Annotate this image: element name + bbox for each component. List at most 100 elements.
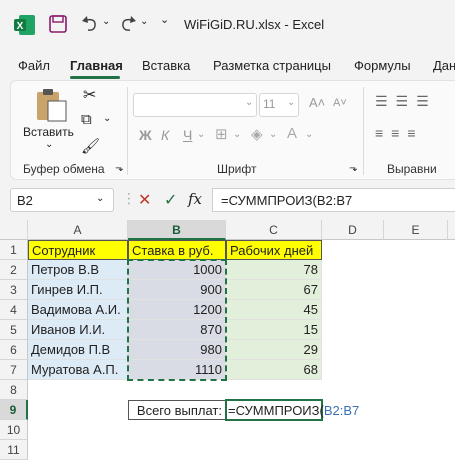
cell-rate[interactable]: 1110 <box>128 360 226 380</box>
cell-rate[interactable]: 870 <box>128 320 226 340</box>
increase-font-icon[interactable]: A˄ <box>309 95 325 110</box>
clipboard-launcher-icon[interactable]: ⬎ <box>115 163 123 174</box>
column-header-d[interactable]: D <box>322 220 384 240</box>
tab-home[interactable]: Главная <box>70 58 123 73</box>
tab-data[interactable]: Дан <box>433 58 455 73</box>
tab-insert[interactable]: Вставка <box>142 58 190 73</box>
tab-page-layout[interactable]: Разметка страницы <box>213 58 331 73</box>
paste-button-label[interactable]: Вставить <box>23 125 74 139</box>
more-options-icon: ⋮ <box>122 190 137 206</box>
decrease-font-icon[interactable]: A˅ <box>333 97 347 109</box>
copy-dropdown-icon[interactable]: ⌄ <box>103 113 111 124</box>
total-formula-prefix: =СУММПРОИЗ( <box>228 403 324 418</box>
font-color-dropdown-icon[interactable]: ⌄ <box>305 129 313 140</box>
save-icon[interactable] <box>48 14 68 34</box>
undo-dropdown-icon[interactable]: ⌄ <box>102 16 110 27</box>
column-header-f[interactable] <box>448 220 455 240</box>
cell-employee[interactable]: Гинрев И.П. <box>28 280 128 300</box>
title-bar: X ⌄ ⌄ ⌄ WiFiGiD.RU.xlsx - Excel <box>0 0 455 50</box>
column-header-c[interactable]: C <box>226 220 322 240</box>
copy-icon[interactable]: ⧉ <box>81 111 92 128</box>
row-header-6[interactable]: 6 <box>0 340 28 360</box>
column-header-a[interactable]: A <box>28 220 128 240</box>
window-title: WiFiGiD.RU.xlsx - Excel <box>184 17 325 32</box>
fill-color-dropdown-icon[interactable]: ⌄ <box>269 129 277 140</box>
cancel-icon[interactable]: ✕ <box>138 190 151 210</box>
spreadsheet-grid: A B C D E 1 2 3 4 5 6 7 8 9 10 11 Сотруд… <box>0 220 455 463</box>
font-color-icon[interactable]: A <box>287 125 297 142</box>
italic-icon[interactable]: К <box>161 127 169 143</box>
horizontal-align-icons[interactable]: ≡≡≡ <box>375 125 424 141</box>
font-size-value: 11 <box>263 97 276 111</box>
header-cell-employee[interactable]: Сотрудник <box>28 240 128 260</box>
cell-employee[interactable]: Демидов П.В <box>28 340 128 360</box>
total-label-cell[interactable]: Всего выплат: <box>128 400 226 420</box>
cell-employee[interactable]: Петров В.В <box>28 260 128 280</box>
fill-color-icon[interactable]: ◈ <box>251 125 263 143</box>
enter-icon[interactable]: ✓ <box>164 190 177 210</box>
format-painter-icon[interactable]: 🖌 <box>81 137 100 155</box>
redo-icon[interactable] <box>118 14 138 34</box>
svg-text:X: X <box>17 21 24 32</box>
borders-icon[interactable]: ⊞ <box>215 125 228 143</box>
cell-employee[interactable]: Иванов И.И. <box>28 320 128 340</box>
bold-icon[interactable]: Ж <box>139 127 152 143</box>
formula-bar-row: B2 ⌄ ⋮ ✕ ✓ fx =СУММПРОИЗ(B2:B7 <box>0 188 455 214</box>
row-header-4[interactable]: 4 <box>0 300 28 320</box>
underline-dropdown-icon[interactable]: ⌄ <box>197 129 205 140</box>
cell-employee[interactable]: Вадимова А.И. <box>28 300 128 320</box>
row-header-8[interactable]: 8 <box>0 380 28 400</box>
customize-toolbar-icon[interactable]: ⌄ <box>160 13 169 26</box>
ribbon-tabs: Файл Главная Вставка Разметка страницы Ф… <box>0 50 455 80</box>
row-header-11[interactable]: 11 <box>0 440 28 460</box>
cell-rate[interactable]: 900 <box>128 280 226 300</box>
name-box-value: B2 <box>17 193 33 208</box>
row-header-7[interactable]: 7 <box>0 360 28 380</box>
column-header-e[interactable]: E <box>384 220 448 240</box>
alignment-group-label: Выравни <box>387 162 437 176</box>
font-group-label: Шрифт <box>217 162 257 176</box>
redo-dropdown-icon[interactable]: ⌄ <box>140 16 148 27</box>
row-header-9[interactable]: 9 <box>0 400 28 420</box>
cell-rate[interactable]: 980 <box>128 340 226 360</box>
formula-text: =СУММПРОИЗ(B2:B7 <box>221 193 353 208</box>
font-size-chevron-icon[interactable]: ⌄ <box>287 97 295 108</box>
cell-days[interactable]: 68 <box>226 360 322 380</box>
row-header-2[interactable]: 2 <box>0 260 28 280</box>
font-name-dropdown[interactable] <box>133 93 257 117</box>
vertical-align-icons[interactable]: ☰☰☰ <box>375 93 437 110</box>
cell-days[interactable]: 29 <box>226 340 322 360</box>
header-cell-days[interactable]: Рабочих дней <box>226 240 322 260</box>
total-formula-cell: =СУММПРОИЗ(B2:B7 <box>227 401 455 421</box>
active-tab-indicator <box>70 76 120 79</box>
insert-function-icon[interactable]: fx <box>188 190 202 208</box>
font-name-chevron-icon[interactable]: ⌄ <box>245 97 253 108</box>
cell-days[interactable]: 67 <box>226 280 322 300</box>
name-box-dropdown-icon[interactable]: ⌄ <box>96 193 104 204</box>
borders-dropdown-icon[interactable]: ⌄ <box>233 129 241 140</box>
formula-input[interactable]: =СУММПРОИЗ(B2:B7 <box>212 188 455 212</box>
row-header-3[interactable]: 3 <box>0 280 28 300</box>
paste-dropdown-icon[interactable]: ⌄ <box>45 139 53 150</box>
cut-icon[interactable]: ✂ <box>83 85 96 105</box>
header-cell-rate[interactable]: Ставка в руб. <box>128 240 226 260</box>
cell-rate[interactable]: 1200 <box>128 300 226 320</box>
tab-file[interactable]: Файл <box>18 58 50 73</box>
row-header-1[interactable]: 1 <box>0 240 28 260</box>
column-header-b[interactable]: B <box>128 220 226 240</box>
undo-icon[interactable] <box>80 14 100 34</box>
paste-icon[interactable] <box>35 87 69 123</box>
tab-formulas[interactable]: Формулы <box>354 58 411 73</box>
select-all-corner[interactable] <box>0 220 28 240</box>
cell-rate[interactable]: 1000 <box>128 260 226 280</box>
row-header-10[interactable]: 10 <box>0 420 28 440</box>
total-formula-ref: B2:B7 <box>323 403 360 418</box>
cell-days[interactable]: 78 <box>226 260 322 280</box>
row-header-5[interactable]: 5 <box>0 320 28 340</box>
underline-icon[interactable]: Ч <box>183 127 192 143</box>
cell-days[interactable]: 45 <box>226 300 322 320</box>
clipboard-group-label: Буфер обмена <box>23 162 105 176</box>
cell-employee[interactable]: Муратова А.П. <box>28 360 128 380</box>
font-launcher-icon[interactable]: ⬎ <box>349 163 357 174</box>
cell-days[interactable]: 15 <box>226 320 322 340</box>
